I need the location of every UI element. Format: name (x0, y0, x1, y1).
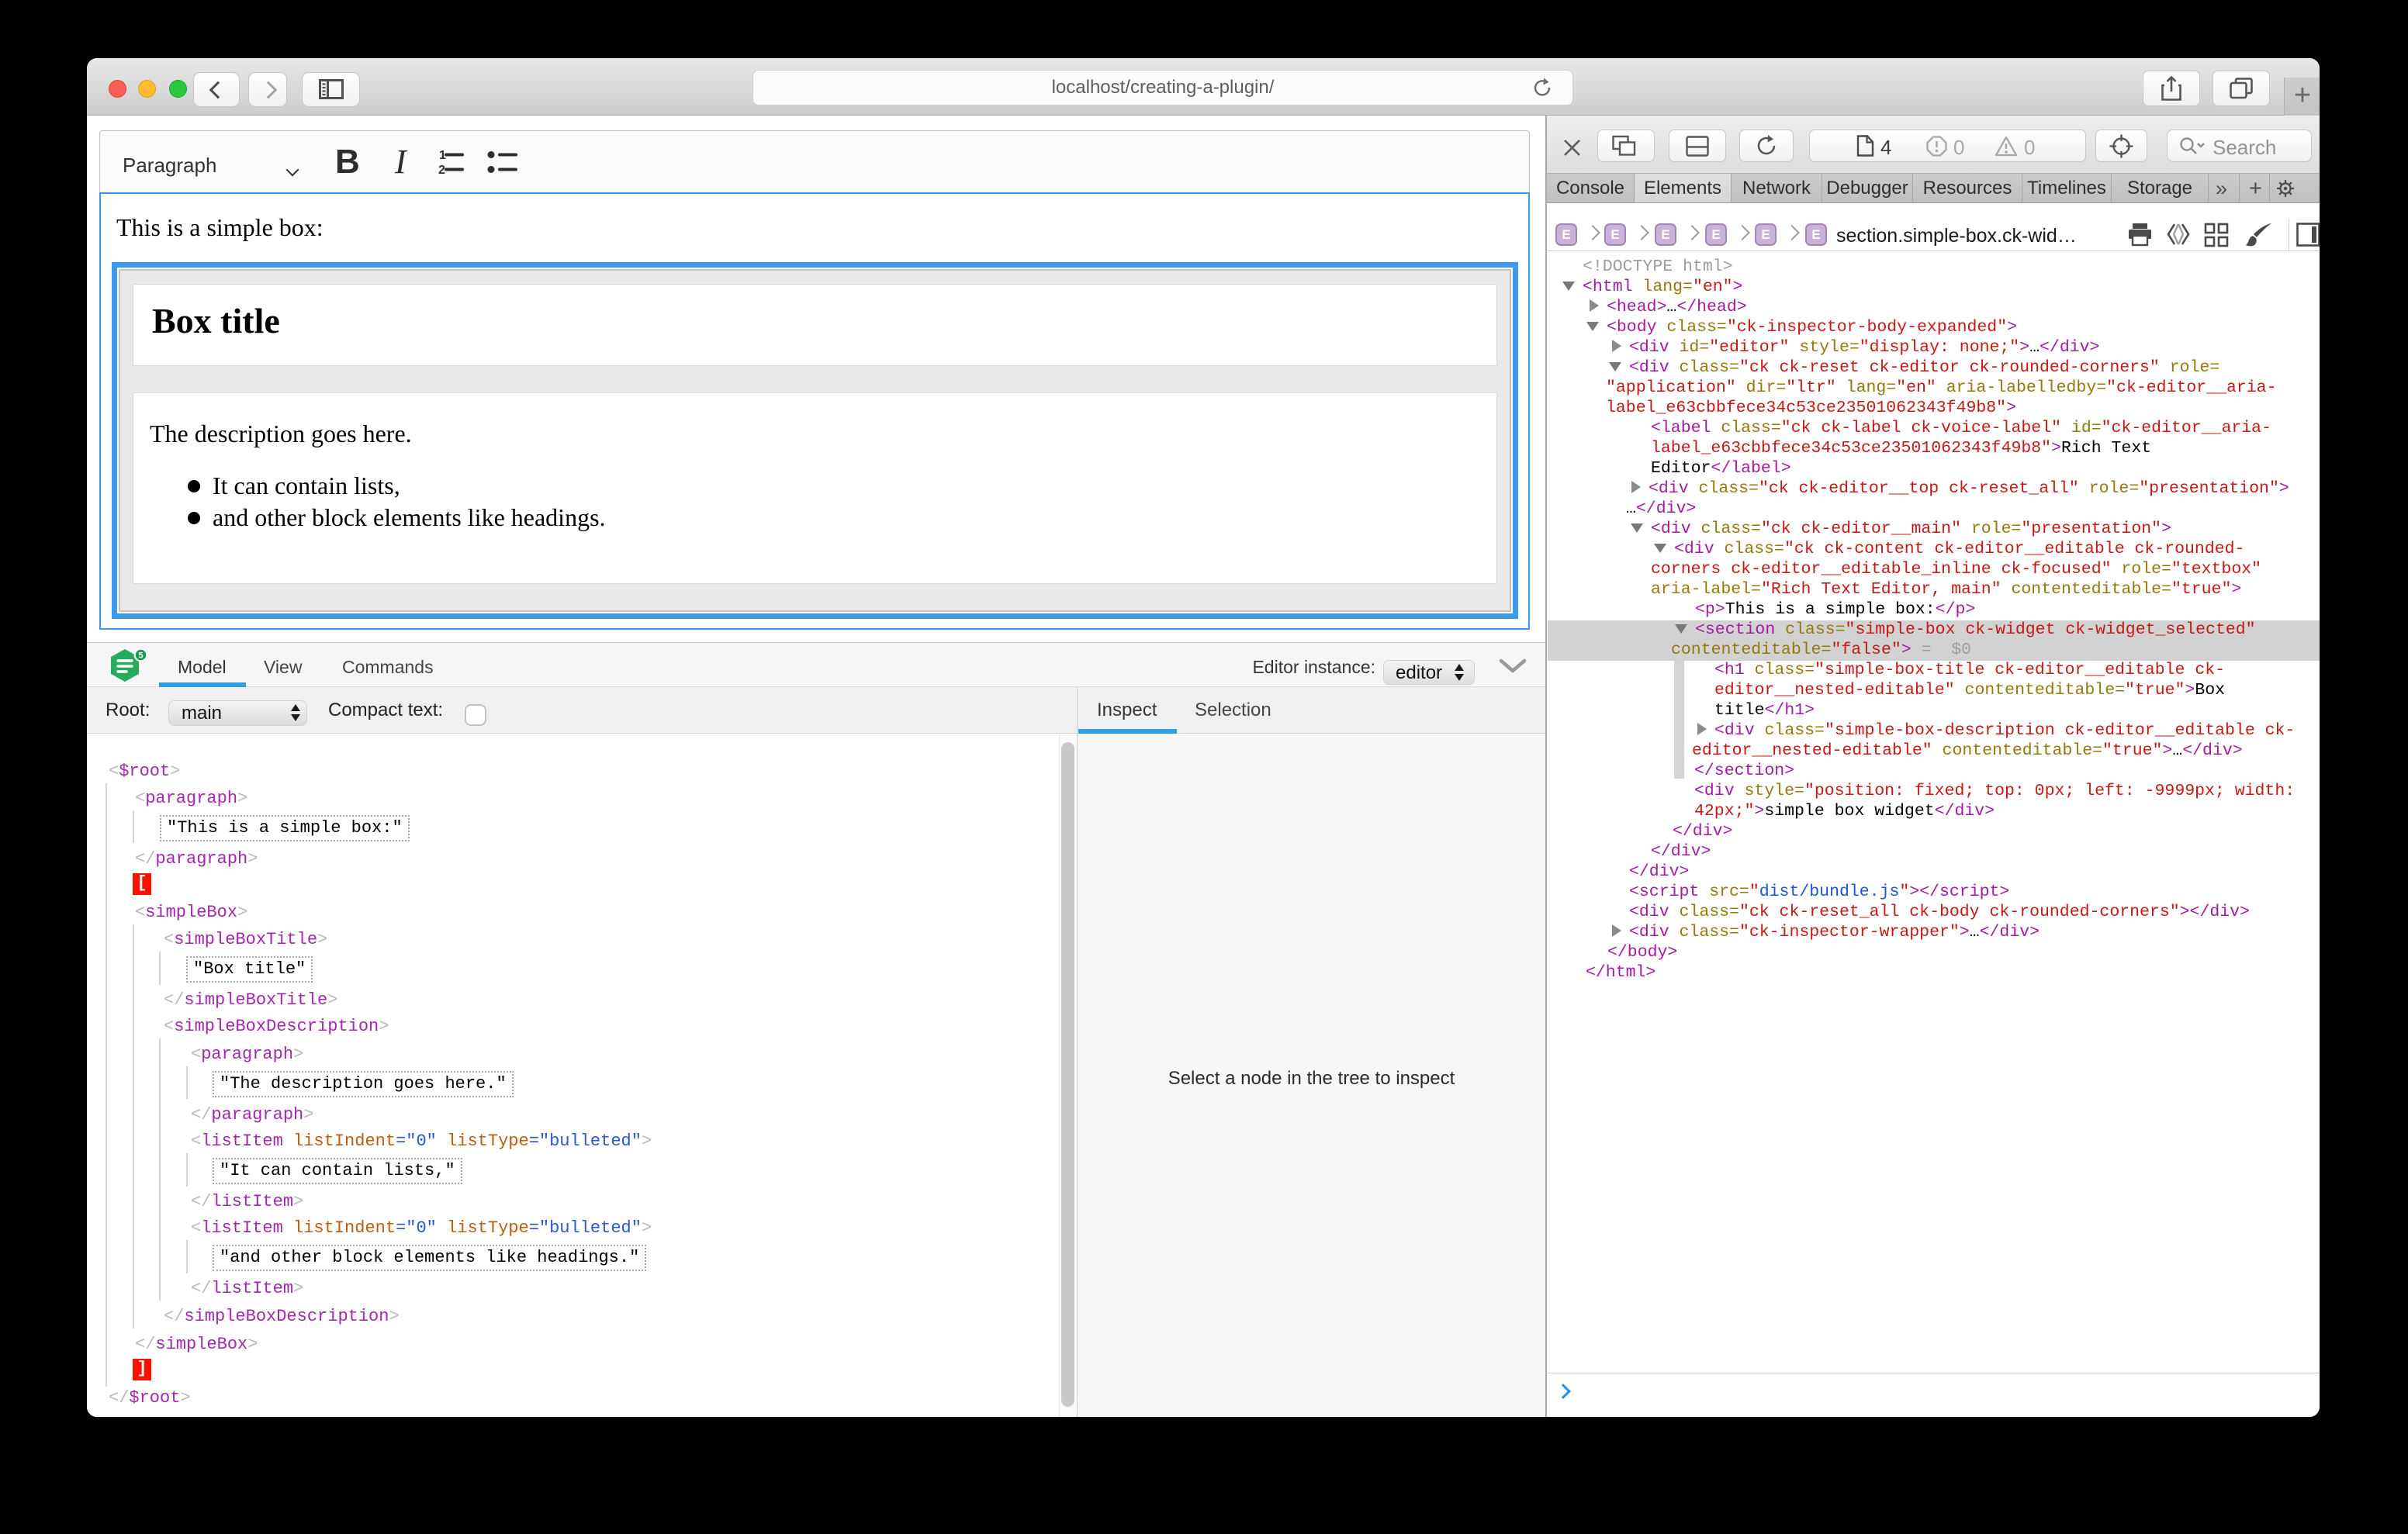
svg-text:2: 2 (438, 164, 445, 177)
svg-text:5: 5 (138, 651, 143, 661)
